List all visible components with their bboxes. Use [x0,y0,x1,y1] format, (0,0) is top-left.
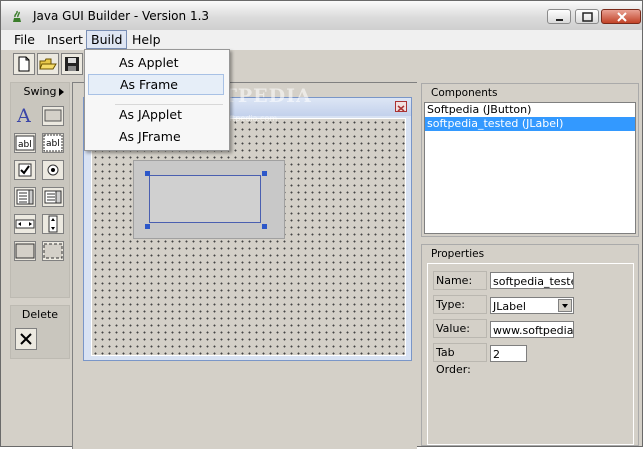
vertical-scrollbar-icon [48,215,58,233]
build-dropdown-menu: As Applet As Frame As JApplet As JFrame [84,49,230,151]
close-window-button[interactable] [601,9,641,24]
textarea-icon: abl [43,134,63,152]
open-folder-button[interactable] [37,53,59,75]
list-icon [16,189,34,205]
minimize-button[interactable] [547,9,571,24]
title-bar[interactable]: Java GUI Builder - Version 1.3 [1,1,642,31]
combobox-icon [44,190,62,204]
delete-panel: Delete [10,305,70,359]
save-button[interactable] [61,53,83,75]
name-label: Name: [433,271,487,290]
tab-order-label: Tab Order: [433,343,487,376]
properties-grid: Name: softpedia_tested Type: JLabel Valu… [427,263,634,445]
resize-handle[interactable] [145,224,150,229]
properties-panel: Properties Name: softpedia_tested Type: … [421,244,639,446]
components-list[interactable]: Softpedia (JButton) softpedia_tested (JL… [424,102,636,234]
tab-order-field[interactable]: 2 [490,345,527,362]
component-jbutton-softpedia[interactable] [133,160,285,239]
button-icon [44,109,62,122]
delete-x-icon [20,333,32,345]
components-panel: Components Softpedia (JButton) softpedia… [421,83,639,237]
textarea-tool[interactable]: abl [42,133,64,153]
menu-help[interactable]: Help [128,31,165,48]
radio-button-tool[interactable] [42,160,64,180]
palette-next-arrow-icon[interactable] [59,88,64,96]
floppy-disk-icon [65,57,79,71]
new-file-icon [18,56,30,72]
menu-item-as-frame[interactable]: As Frame [88,74,224,95]
name-field[interactable]: softpedia_tested [490,272,574,289]
checkbox-tool[interactable] [14,160,36,180]
resize-handle[interactable] [262,171,267,176]
spinner-tool[interactable] [42,214,64,234]
new-file-button[interactable] [13,53,35,75]
menu-item-as-jframe[interactable]: As JFrame [88,126,224,147]
svg-text:abl: abl [18,140,32,150]
textfield-icon: abl [15,135,35,151]
open-folder-icon [39,58,57,70]
jbutton-tool[interactable] [42,106,64,126]
value-field[interactable]: www.softpedia.com [490,321,574,338]
resize-handle[interactable] [145,171,150,176]
app-window: Java GUI Builder - Version 1.3 File Inse… [0,0,643,449]
component-jlabel-selected[interactable] [149,175,261,223]
components-panel-title: Components [431,87,498,99]
chevron-down-icon[interactable] [558,299,572,312]
menu-build[interactable]: Build [86,30,128,49]
panel-icon [15,243,35,259]
svg-text:A: A [16,105,31,125]
menu-file[interactable]: File [10,31,39,48]
resize-handle[interactable] [262,224,267,229]
swing-palette: Swing A abl abl [10,82,70,298]
value-label: Value: [433,319,487,338]
textfield-tool[interactable]: abl [14,133,36,153]
window-title: Java GUI Builder - Version 1.3 [33,9,210,23]
list-item[interactable]: Softpedia (JButton) [425,103,635,117]
combobox-tool[interactable] [42,187,64,207]
list-tool[interactable] [14,187,36,207]
delete-title: Delete [21,308,59,321]
scrollbar-tool[interactable] [14,214,36,234]
type-select-value: JLabel [493,300,526,313]
horizontal-scrollbar-icon [15,219,35,229]
menu-bar: File Insert Build Help [1,30,642,51]
menu-item-as-applet[interactable]: As Applet [88,52,224,73]
type-label: Type: [433,295,487,314]
panel-tool[interactable] [14,241,36,261]
maximize-button[interactable] [575,9,599,24]
scrollpane-icon [43,243,63,259]
design-frame-close-icon[interactable] [395,101,407,112]
list-item-selected[interactable]: softpedia_tested (JLabel) [425,117,635,131]
radio-icon [47,164,59,176]
menu-insert[interactable]: Insert [43,31,87,48]
java-app-icon [9,8,25,24]
design-canvas[interactable] [91,118,406,356]
type-select[interactable]: JLabel [490,297,574,314]
menu-item-as-japplet[interactable]: As JApplet [88,104,224,125]
checkbox-icon [18,163,32,177]
label-a-icon: A [16,105,31,127]
jlabel-tool[interactable]: A [14,105,36,127]
properties-panel-title: Properties [431,248,485,260]
scrollpane-tool[interactable] [42,241,64,261]
svg-text:abl: abl [46,139,60,149]
delete-button[interactable] [15,328,37,350]
